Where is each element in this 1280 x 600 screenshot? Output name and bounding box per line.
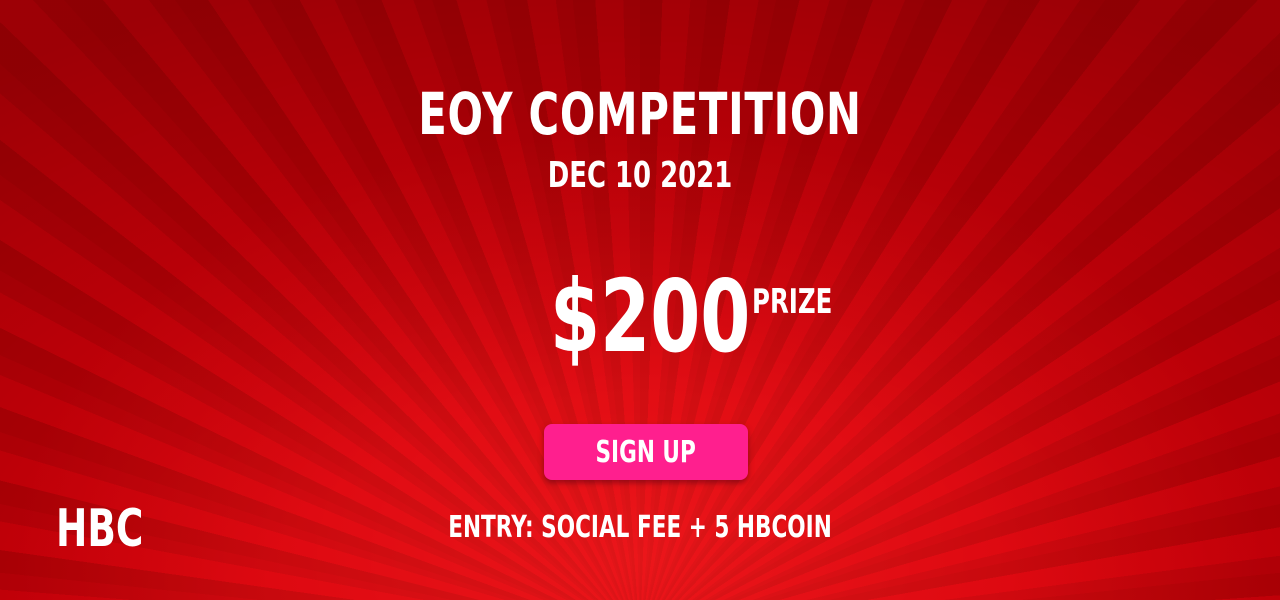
sign-up-button[interactable]: SIGN UP (544, 424, 748, 480)
prize-amount: $200 (550, 258, 751, 375)
brand-logo: HBC (56, 499, 144, 559)
event-title: EOY COMPETITION (418, 80, 862, 148)
entry-fee-text: ENTRY: SOCIAL FEE + 5 HBCOIN (448, 510, 832, 545)
prize-label: PRIZE (752, 282, 833, 322)
sign-up-button-label: SIGN UP (595, 434, 697, 470)
event-date: DEC 10 2021 (547, 155, 733, 196)
competition-banner: EOY COMPETITION DEC 10 2021 $200 PRIZE S… (0, 0, 1280, 600)
